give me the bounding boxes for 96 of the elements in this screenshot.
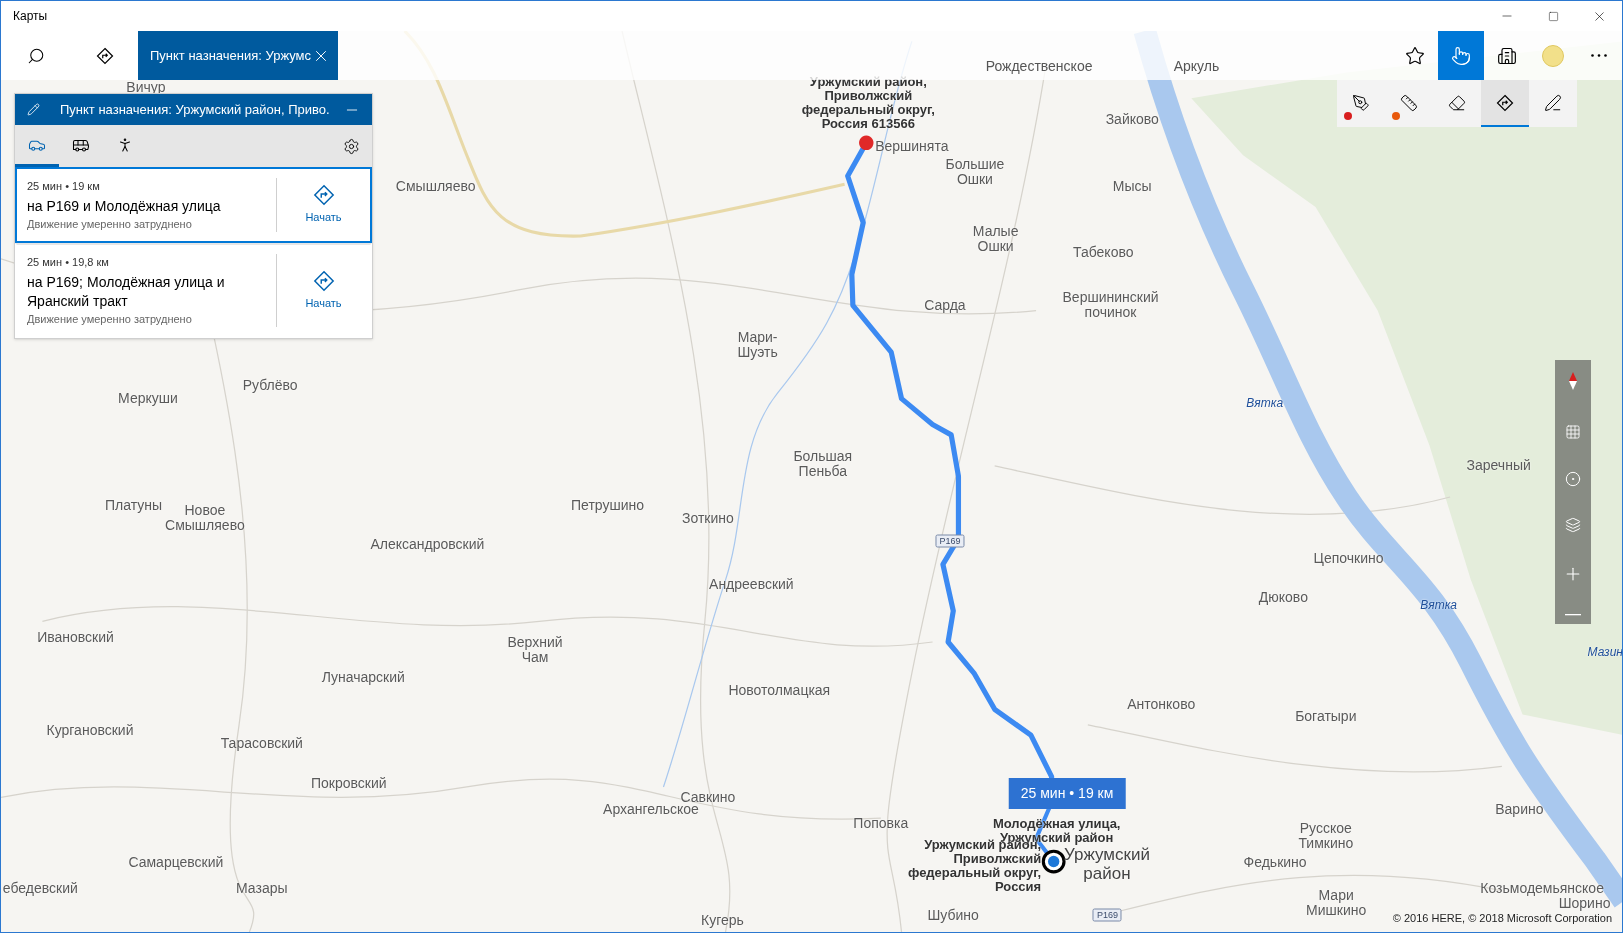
place-label: Рублёво — [242, 377, 298, 393]
map-attribution: © 2016 HERE, © 2018 Microsoft Corporation — [1392, 911, 1612, 926]
origin-marker — [1041, 849, 1066, 874]
destination-marker — [859, 135, 874, 151]
directions-tool-button[interactable] — [1481, 80, 1529, 127]
route-summary: 25 мин • 19,8 км — [27, 255, 110, 270]
place-label: Зоткино — [682, 510, 734, 525]
place-label: Большая Пеньба — [793, 448, 853, 479]
panel-title: Пункт назначения: Уржумский район, Приво. — [60, 100, 330, 119]
place-label: Мари Мишкино — [1306, 887, 1367, 918]
place-label: Смышляево — [395, 178, 476, 194]
more-icon — [1591, 54, 1607, 57]
place-label: Покровский — [310, 776, 387, 791]
route-via: на Р169 и Молодёжная улица — [27, 196, 222, 216]
eraser-icon — [1448, 93, 1466, 112]
pen-tip-icon — [1352, 93, 1370, 112]
place-label: Зайково — [1105, 111, 1159, 127]
place-label: Мазары — [236, 880, 288, 896]
zoom-out-button[interactable] — [1565, 613, 1581, 616]
river-label: Вятка — [1246, 394, 1284, 412]
star-icon — [1405, 45, 1425, 66]
place-label: Тарасовский — [220, 735, 303, 751]
place-label: Кугерь — [701, 912, 744, 928]
route-time-callout: 25 мин • 19 км — [1008, 778, 1126, 810]
route-summary: 25 мин • 19 км — [27, 179, 101, 194]
place-label: Табеково — [1073, 244, 1134, 259]
pen-icon — [1544, 93, 1562, 112]
place-label: Вершинята — [875, 138, 949, 154]
route-option-card[interactable]: 25 мин • 19,8 км на Р169; Молодёжная улица и Яранский тракт Движение умеренно затруднено Начать — [15, 243, 372, 338]
place-label: Варино — [1495, 801, 1544, 817]
place-label: Шубино — [927, 907, 979, 923]
directions-icon — [312, 269, 335, 292]
place-label: Рождественское — [985, 58, 1093, 74]
place-label: Дюково — [1258, 589, 1308, 605]
place-label: Поповка — [853, 815, 909, 831]
place-label: Федькино — [1243, 854, 1307, 870]
place-label: Русское Тимкино — [1298, 821, 1354, 852]
traffic-status: Движение умеренно затруднено — [27, 311, 193, 327]
search-icon — [27, 46, 45, 65]
place-label: Александровский — [370, 536, 485, 552]
location-icon — [1565, 470, 1581, 487]
place-label: Кургановский — [46, 722, 134, 738]
destination-tab[interactable]: Пункт назначения: Уржумс — [138, 31, 338, 80]
directions-icon — [312, 184, 335, 207]
maximize-icon — [1547, 10, 1559, 22]
grid-icon — [1565, 424, 1581, 441]
place-label: Сарда — [924, 297, 966, 313]
place-label: Цепочкино — [1313, 550, 1384, 566]
ruler-icon — [1400, 93, 1418, 112]
place-label: Ивановский — [37, 629, 114, 644]
place-label: Андреевский — [709, 576, 794, 592]
layers-icon — [1565, 517, 1581, 534]
layers-button[interactable] — [1565, 517, 1581, 534]
place-label: Богатыри — [1295, 708, 1357, 724]
place-label: Большие Ошки — [945, 156, 1005, 187]
start-button[interactable]: Начать — [277, 178, 370, 232]
road-number-badge: Р169 — [935, 534, 965, 548]
place-label: Шорино — [1558, 895, 1611, 910]
tab-label: Пункт назначения: Уржумс — [150, 46, 311, 65]
place-label: Петрушино — [571, 497, 644, 513]
place-label: Аркуль — [1173, 58, 1220, 74]
place-label: Луначарский — [321, 669, 405, 685]
place-label: ебедевский — [2, 880, 78, 896]
hand-pointer-icon — [1451, 45, 1471, 66]
directions-icon — [95, 46, 114, 65]
tilt-button[interactable] — [1565, 424, 1581, 441]
place-label: Мари-Шуэть — [737, 329, 778, 360]
traffic-status: Движение умеренно затруднено — [27, 216, 193, 232]
place-label: Мысы — [1112, 178, 1152, 194]
start-button[interactable]: Начать — [277, 254, 370, 327]
compass-icon — [1569, 372, 1577, 390]
place-label: Новотолмацкая — [728, 682, 831, 698]
minus-icon — [1565, 613, 1581, 616]
route-option-card[interactable]: 25 мин • 19 км на Р169 и Молодёжная улица Движение умеренно затруднено Начать — [15, 167, 372, 243]
place-label: Меркуши — [118, 390, 178, 406]
place-label: Антонково — [1127, 696, 1196, 712]
river-label: Мазин — [1587, 644, 1622, 662]
place-label: Вершининский починок — [1062, 290, 1159, 321]
buildings-icon — [1497, 45, 1517, 66]
window-title: Карты — [13, 8, 48, 25]
road-number-badge: Р169 — [1092, 908, 1122, 922]
place-label: Верхний Чам — [507, 634, 563, 665]
directions-icon — [1496, 93, 1514, 112]
place-label: Новое Смышляево — [165, 502, 245, 533]
route-via: на Р169; Молодёжная улица и Яранский тракт — [27, 272, 226, 311]
pencil-icon[interactable] — [27, 103, 40, 116]
settings-icon — [342, 137, 360, 155]
location-button[interactable] — [1565, 470, 1581, 487]
destination-address-label: Уржумский район, Приволжский федеральный округ, Россия 613566 — [800, 74, 936, 131]
place-label: Вичур — [126, 79, 166, 95]
place-label: Самарцевский — [128, 854, 224, 870]
district-label: Уржумский район — [1063, 844, 1150, 883]
place-label: Козьмодемьянское — [1480, 880, 1604, 896]
place-label: Малые Ошки — [972, 224, 1019, 255]
place-label: Заречный — [1466, 457, 1531, 473]
place-label: Платуны — [104, 497, 162, 513]
